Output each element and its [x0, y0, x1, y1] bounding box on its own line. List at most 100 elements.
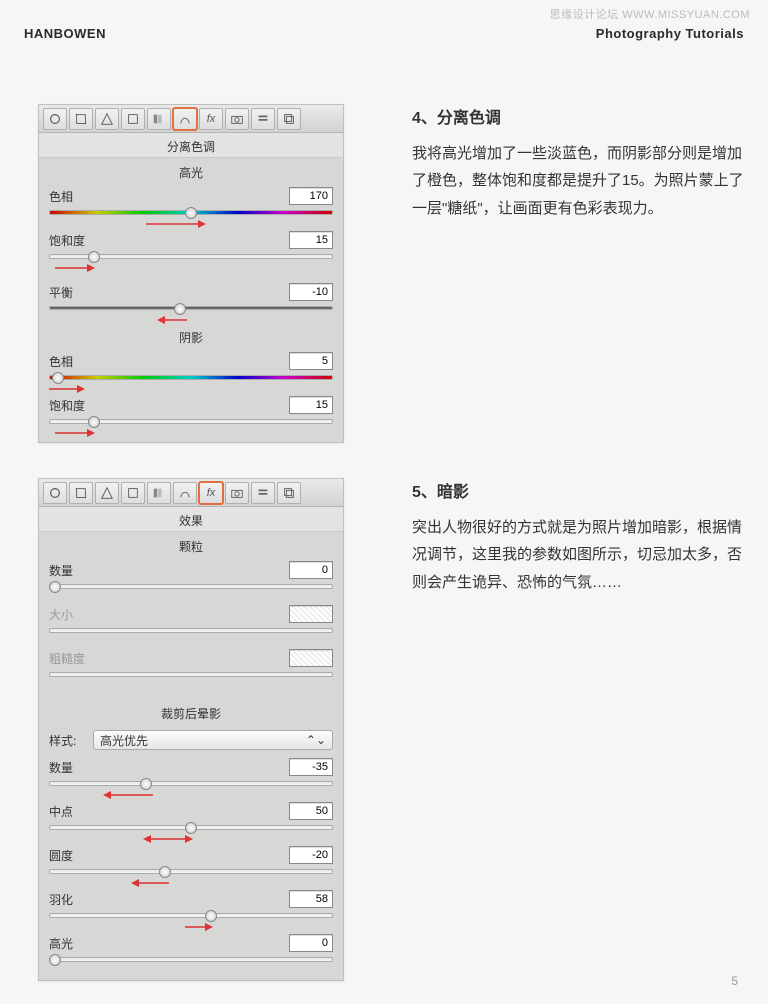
tool-snapshots-icon[interactable] [277, 108, 301, 130]
shadow-hue-slider[interactable] [49, 372, 333, 384]
highlight-sat-input[interactable] [289, 231, 333, 249]
tool-detail-icon[interactable] [121, 108, 145, 130]
midpoint-slider[interactable] [49, 822, 333, 834]
grain-amount-row: 数量 [39, 557, 343, 581]
chevron-updown-icon: ⌃⌄ [306, 733, 326, 747]
midpoint-input[interactable] [289, 802, 333, 820]
style-value: 高光优先 [100, 732, 148, 749]
shadows-sub: 阴影 [39, 323, 343, 348]
section4-title: 4、分离色调 [412, 104, 752, 134]
shadow-hue-input[interactable] [289, 352, 333, 370]
vignette-sub: 裁剪后晕影 [39, 699, 343, 724]
sat-label-2: 饱和度 [49, 397, 109, 414]
highlights-sub: 高光 [39, 158, 343, 183]
tool-split-toning-icon[interactable] [173, 482, 197, 504]
grain-size-slider [49, 625, 333, 637]
tool-hsl-icon[interactable] [147, 108, 171, 130]
tool-lens-icon[interactable] [43, 108, 67, 130]
balance-label: 平衡 [49, 284, 109, 301]
tool-detail-icon[interactable] [121, 482, 145, 504]
section5-title: 5、暗影 [412, 478, 752, 508]
style-label: 样式: [49, 732, 85, 749]
section4-body: 我将高光增加了一些淡蓝色，而阴影部分则是增加了橙色，整体饱和度都是提升了15。为… [412, 140, 752, 223]
tool-crop-icon[interactable] [69, 108, 93, 130]
highlight-hue-row: 色相 [39, 183, 343, 207]
section5-text: 5、暗影 突出人物很好的方式就是为照片增加暗影，根据情况调节，这里我的参数如图所… [412, 478, 752, 597]
roundness-input[interactable] [289, 846, 333, 864]
v-amount-label: 数量 [49, 759, 109, 776]
brand-right: Photography Tutorials [596, 26, 744, 41]
balance-row: 平衡 [39, 279, 343, 303]
highlights-input[interactable] [289, 934, 333, 952]
v-amount-row: 数量 [39, 754, 343, 778]
tool-camera-icon[interactable] [225, 108, 249, 130]
section-effects: 5、暗影 突出人物很好的方式就是为照片增加暗影，根据情况调节，这里我的参数如图所… [38, 478, 738, 981]
tool-split-toning-icon[interactable] [173, 108, 197, 130]
section-split-toning: 4、分离色调 我将高光增加了一些淡蓝色，而阴影部分则是增加了橙色，整体饱和度都是… [38, 104, 738, 443]
grain-amount-input[interactable] [289, 561, 333, 579]
highlights-slider[interactable] [49, 954, 333, 966]
midpoint-row: 中点 [39, 798, 343, 822]
grain-size-input [289, 605, 333, 623]
page-number: 5 [731, 974, 738, 988]
tool-fx-icon[interactable]: fx [199, 482, 223, 504]
amount-label: 数量 [49, 562, 109, 579]
feather-label: 羽化 [49, 891, 109, 908]
size-label: 大小 [49, 606, 109, 623]
roughness-label: 粗糙度 [49, 650, 109, 667]
balance-input[interactable] [289, 283, 333, 301]
sat-label: 饱和度 [49, 232, 109, 249]
v-amount-input[interactable] [289, 758, 333, 776]
brand-left: HANBOWEN [24, 26, 106, 41]
highlight-sat-row: 饱和度 [39, 227, 343, 251]
tool-curves-icon[interactable] [95, 108, 119, 130]
grain-roughness-slider [49, 669, 333, 681]
highlight-sat-slider[interactable] [49, 251, 333, 263]
tool-camera-icon[interactable] [225, 482, 249, 504]
balance-slider[interactable] [49, 303, 333, 315]
tool-crop-icon[interactable] [69, 482, 93, 504]
panel-title-2: 效果 [39, 507, 343, 532]
panel-title: 分离色调 [39, 133, 343, 158]
hue-label: 色相 [49, 188, 109, 205]
shadow-sat-input[interactable] [289, 396, 333, 414]
roundness-label: 圆度 [49, 847, 109, 864]
tool-hsl-icon[interactable] [147, 482, 171, 504]
panel-toolbar-2: fx [39, 479, 343, 507]
roundness-slider[interactable] [49, 866, 333, 878]
grain-roughness-input [289, 649, 333, 667]
shadow-sat-row: 饱和度 [39, 392, 343, 416]
grain-roughness-row: 粗糙度 [39, 645, 343, 669]
tool-snapshots-icon[interactable] [277, 482, 301, 504]
tool-fx-icon[interactable]: fx [199, 108, 223, 130]
style-row: 样式: 高光优先 ⌃⌄ [39, 724, 343, 754]
panel-toolbar: fx [39, 105, 343, 133]
roundness-row: 圆度 [39, 842, 343, 866]
feather-input[interactable] [289, 890, 333, 908]
v-amount-slider[interactable] [49, 778, 333, 790]
grain-sub: 颗粒 [39, 532, 343, 557]
highlight-hue-slider[interactable] [49, 207, 333, 219]
shadow-hue-row: 色相 [39, 348, 343, 372]
grain-size-row: 大小 [39, 601, 343, 625]
highlights-label: 高光 [49, 935, 109, 952]
split-toning-panel: fx 分离色调 高光 色相 饱和度 平衡 [38, 104, 344, 443]
tool-presets-icon[interactable] [251, 482, 275, 504]
effects-panel: fx 效果 颗粒 数量 大小 粗糙度 裁剪后晕影 样式: 高光优先 [38, 478, 344, 981]
page-header: HANBOWEN Photography Tutorials [24, 26, 744, 41]
hue-label-2: 色相 [49, 353, 109, 370]
grain-amount-slider[interactable] [49, 581, 333, 593]
watermark: 思缘设计论坛 WWW.MISSYUAN.COM [550, 6, 750, 22]
feather-row: 羽化 [39, 886, 343, 910]
highlights-row: 高光 [39, 930, 343, 954]
midpoint-label: 中点 [49, 803, 109, 820]
style-select[interactable]: 高光优先 ⌃⌄ [93, 730, 333, 750]
tool-presets-icon[interactable] [251, 108, 275, 130]
highlight-hue-input[interactable] [289, 187, 333, 205]
feather-slider[interactable] [49, 910, 333, 922]
section4-text: 4、分离色调 我将高光增加了一些淡蓝色，而阴影部分则是增加了橙色，整体饱和度都是… [412, 104, 752, 223]
section5-body: 突出人物很好的方式就是为照片增加暗影，根据情况调节，这里我的参数如图所示，切忌加… [412, 514, 752, 597]
tool-lens-icon[interactable] [43, 482, 67, 504]
shadow-sat-slider[interactable] [49, 416, 333, 428]
tool-curves-icon[interactable] [95, 482, 119, 504]
